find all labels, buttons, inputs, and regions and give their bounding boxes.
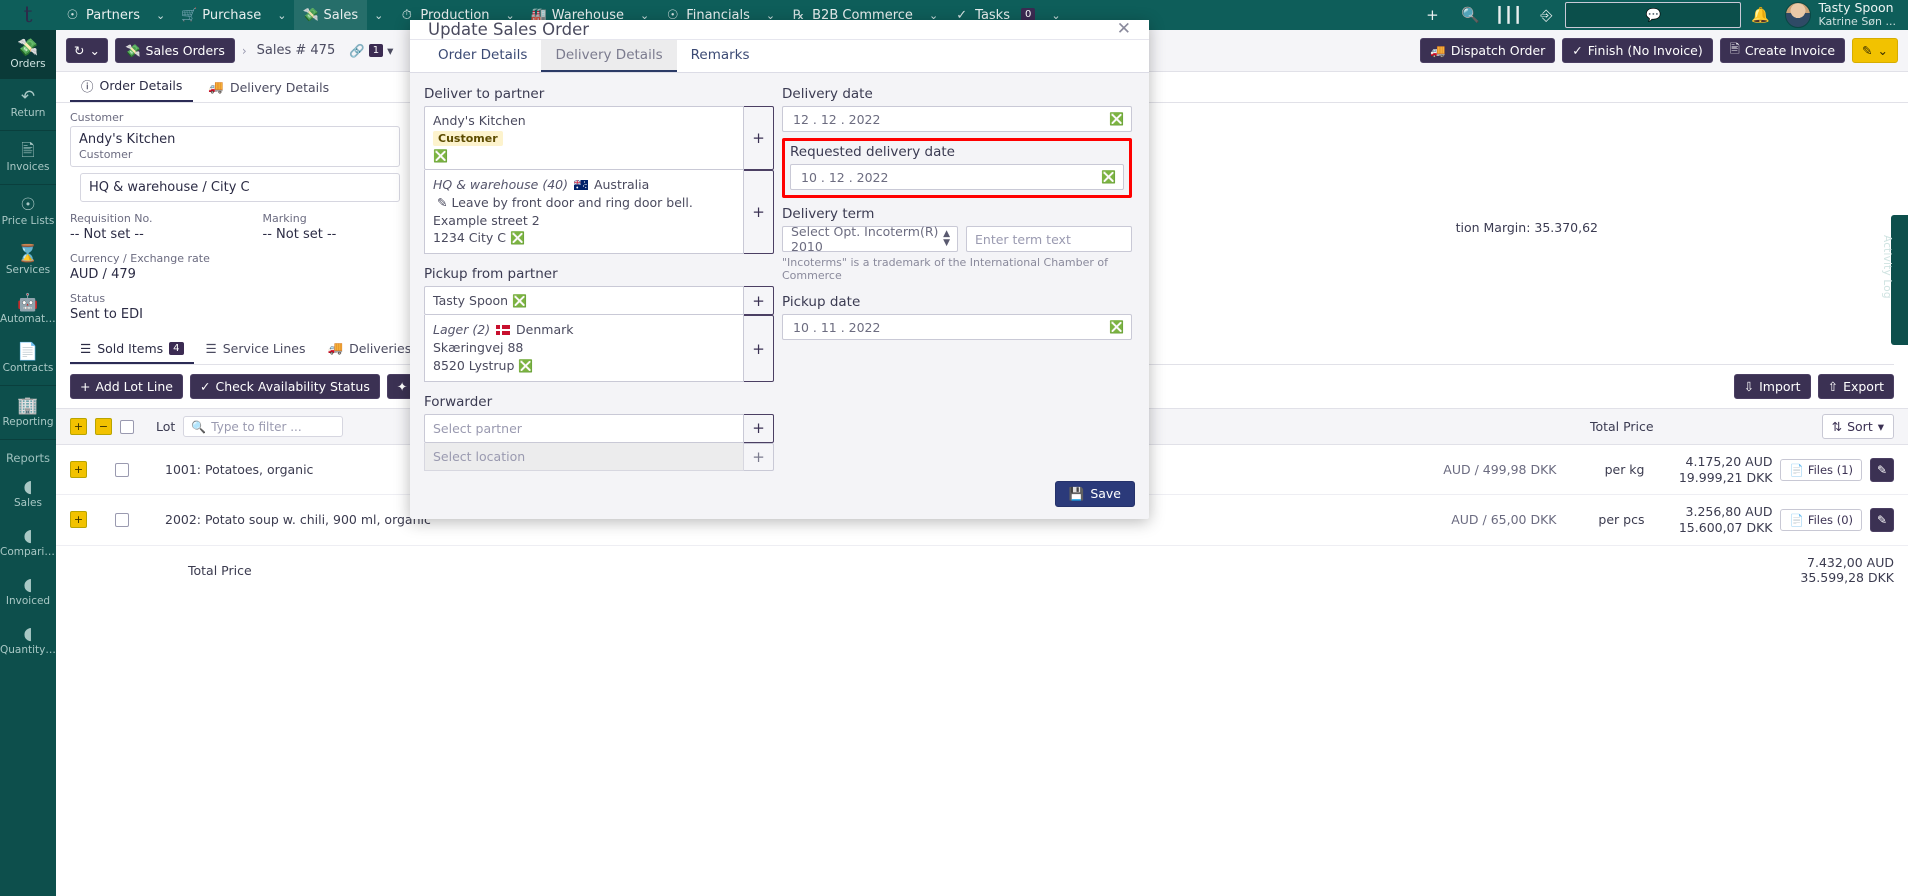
deliver-to-partner-name: Andy's Kitchen [433, 113, 735, 128]
deliver-to-street: Example street 2 [433, 212, 735, 230]
forwarder-partner-row: Select partner + [424, 414, 774, 443]
deliver-to-location-input[interactable]: HQ & warehouse (40) [424, 170, 744, 254]
au-flag-icon [574, 180, 588, 190]
pickup-from-street: Skæringvej 88 [433, 339, 735, 357]
modal-tab-delivery-details[interactable]: Delivery Details [541, 40, 676, 72]
pickup-date-input[interactable]: 10 . 11 . 2022 ❎ [782, 314, 1132, 340]
dk-flag-icon [496, 325, 510, 335]
clear-icon[interactable]: ❎ [1109, 320, 1124, 334]
modal-right-column: Delivery date 12 . 12 . 2022 ❎ Requested… [782, 86, 1132, 471]
pickup-from-city: 8520 Lystrup [433, 358, 514, 373]
clear-icon[interactable]: ❎ [512, 294, 527, 308]
pickup-from-partner-row: Tasty Spoon ❎ + [424, 286, 774, 315]
save-label: Save [1090, 486, 1121, 501]
delivery-term-text-input[interactable]: Enter term text [966, 226, 1132, 252]
delivery-term-label: Delivery term [782, 206, 1132, 222]
forwarder-label: Forwarder [424, 394, 774, 410]
requested-delivery-date-input[interactable]: 10 . 12 . 2022 ❎ [790, 164, 1124, 190]
save-button[interactable]: 💾 Save [1055, 481, 1135, 507]
modal-title: Update Sales Order [428, 20, 589, 39]
delivery-term-select[interactable]: Select Opt. Incoterm(R) 2010 ▲▼ [782, 226, 958, 252]
forwarder-location-input[interactable]: Select location [424, 443, 744, 471]
pickup-from-location-row: Lager (2) Denmark Skæringvej 88 8520 Lys… [424, 315, 774, 382]
delivery-term-row: Select Opt. Incoterm(R) 2010 ▲▼ Enter te… [782, 226, 1132, 252]
delivery-date-label: Delivery date [782, 86, 1132, 102]
requested-delivery-date-highlight: Requested delivery date 10 . 12 . 2022 ❎ [782, 138, 1132, 198]
modal-body: Deliver to partner Andy's Kitchen Custom… [410, 73, 1149, 471]
note-icon: ✎ [437, 195, 447, 210]
incoterms-hint: "Incoterms" is a trademark of the Intern… [782, 256, 1132, 282]
deliver-to-city: 1234 City C [433, 230, 506, 245]
deliver-to-location-row: HQ & warehouse (40) [424, 170, 774, 254]
pickup-from-location-country: Denmark [516, 322, 573, 337]
pickup-from-location-input[interactable]: Lager (2) Denmark Skæringvej 88 8520 Lys… [424, 315, 744, 382]
requested-delivery-date-value: 10 . 12 . 2022 [801, 170, 888, 185]
modal-tab-order-details[interactable]: Order Details [424, 40, 541, 72]
modal-tab-remarks[interactable]: Remarks [677, 40, 764, 72]
deliver-to-partner-label: Deliver to partner [424, 86, 774, 102]
clear-icon[interactable]: ❎ [1101, 170, 1116, 184]
forwarder-location-row: Select location + [424, 443, 774, 471]
deliver-to-location-country: Australia [594, 177, 649, 192]
clear-icon[interactable]: ❎ [1109, 112, 1124, 126]
clear-icon[interactable]: ❎ [518, 359, 533, 373]
pickup-date-label: Pickup date [782, 294, 1132, 310]
update-sales-order-modal: Update Sales Order ✕ Order Details Deliv… [410, 20, 1149, 519]
pickup-from-location-add-button[interactable]: + [744, 315, 774, 382]
delivery-term-selected-value: Select Opt. Incoterm(R) 2010 [791, 224, 949, 254]
modal-tabs: Order Details Delivery Details Remarks [410, 40, 1149, 73]
clear-icon[interactable]: ❎ [510, 231, 525, 245]
deliver-to-location-name: HQ & warehouse (40) [433, 177, 568, 192]
forwarder-location-add-button[interactable]: + [744, 443, 774, 471]
clear-icon[interactable]: ❎ [433, 149, 448, 163]
deliver-to-partner-add-button[interactable]: + [744, 106, 774, 170]
forwarder-partner-input[interactable]: Select partner [424, 414, 744, 443]
forwarder-partner-add-button[interactable]: + [744, 414, 774, 443]
deliver-to-note: Leave by front door and ring door bell. [451, 195, 692, 210]
chevron-updown-icon: ▲▼ [943, 230, 950, 248]
save-icon: 💾 [1069, 486, 1085, 502]
pickup-from-partner-input[interactable]: Tasty Spoon ❎ [424, 286, 744, 315]
modal-header: Update Sales Order ✕ [410, 20, 1149, 40]
modal-left-column: Deliver to partner Andy's Kitchen Custom… [424, 86, 774, 471]
deliver-to-location-add-button[interactable]: + [744, 170, 774, 254]
close-icon[interactable]: ✕ [1117, 21, 1131, 38]
delivery-term-placeholder: Enter term text [975, 232, 1071, 247]
pickup-from-location-name: Lager (2) [433, 322, 490, 337]
pickup-from-partner-add-button[interactable]: + [744, 286, 774, 315]
deliver-to-partner-row: Andy's Kitchen Customer ❎ + [424, 106, 774, 170]
customer-tag: Customer [433, 131, 503, 146]
pickup-from-partner-label: Pickup from partner [424, 266, 774, 282]
deliver-to-partner-input[interactable]: Andy's Kitchen Customer ❎ [424, 106, 744, 170]
requested-delivery-date-label: Requested delivery date [790, 144, 1124, 160]
delivery-date-input[interactable]: 12 . 12 . 2022 ❎ [782, 106, 1132, 132]
pickup-from-partner-name: Tasty Spoon [433, 293, 508, 308]
pickup-date-value: 10 . 11 . 2022 [793, 320, 880, 335]
modal-overlay: Update Sales Order ✕ Order Details Deliv… [0, 0, 1908, 896]
modal-footer: 💾 Save [410, 471, 1149, 521]
delivery-date-value: 12 . 12 . 2022 [793, 112, 880, 127]
